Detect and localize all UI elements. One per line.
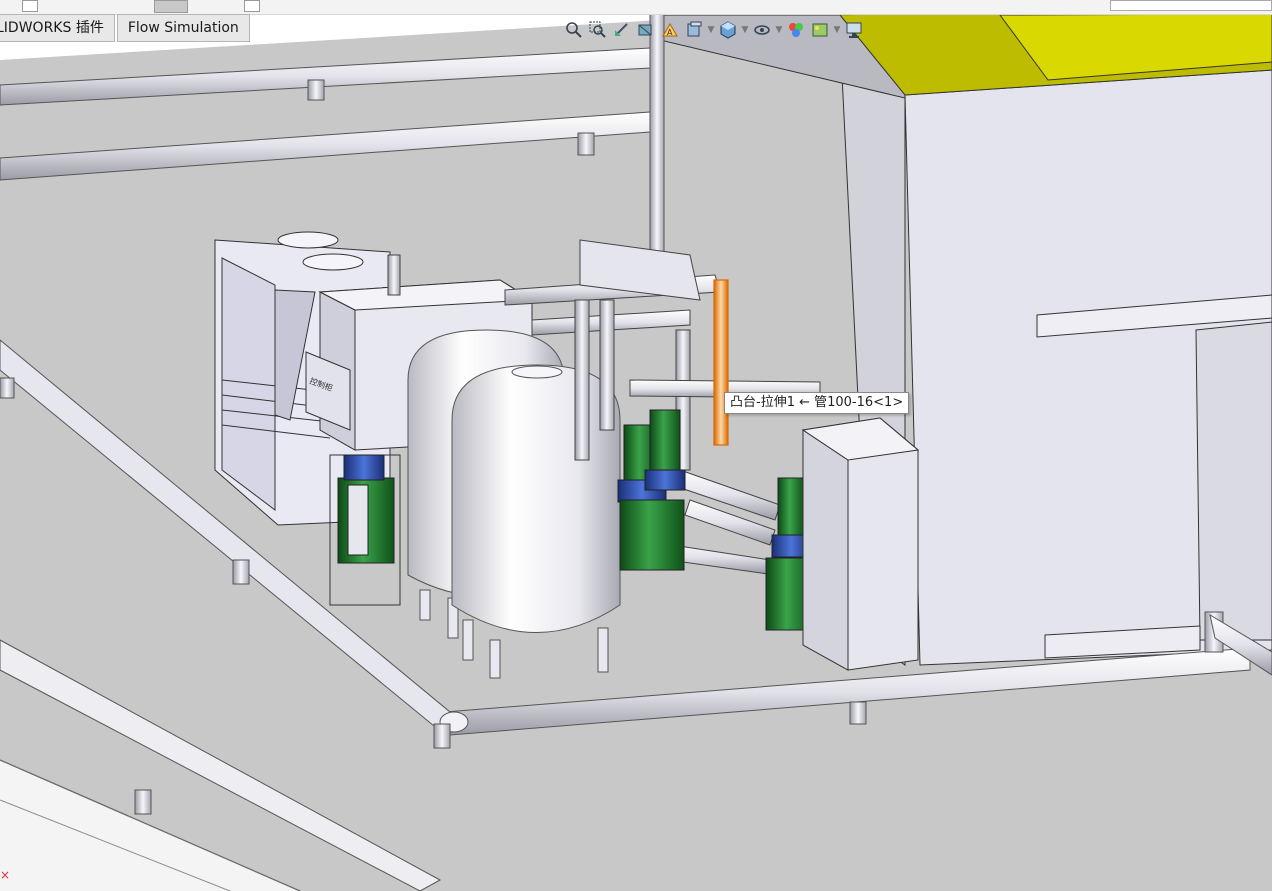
window-toolbar-strip	[0, 0, 1272, 15]
command-manager-tabs: LIDWORKS 插件 Flow Simulation	[0, 14, 250, 42]
heads-up-view-toolbar: A ▼ ▼ ▼ ▼	[562, 18, 866, 42]
view-settings-icon[interactable]	[842, 19, 866, 41]
selection-tooltip: 凸台-拉伸1 ← 管100-16<1>	[724, 392, 910, 414]
hide-show-items-icon[interactable]	[750, 19, 774, 41]
chevron-down-icon[interactable]: ▼	[740, 25, 750, 35]
electrical-enclosure[interactable]	[801, 417, 920, 671]
toolbar-mini-button[interactable]	[22, 0, 38, 12]
dynamic-annotation-icon[interactable]: A	[658, 19, 682, 41]
chevron-down-icon[interactable]: ▼	[774, 25, 784, 35]
tab-solidworks-addins[interactable]: LIDWORKS 插件	[0, 14, 115, 42]
svg-text:A: A	[667, 28, 673, 37]
section-view-icon[interactable]	[634, 19, 658, 41]
pump-center[interactable]	[617, 409, 686, 571]
toolbar-mini-button[interactable]	[244, 0, 260, 12]
edit-appearance-icon[interactable]	[784, 19, 808, 41]
vertical-riser-pipe[interactable]	[649, 13, 665, 267]
view-orientation-icon[interactable]	[682, 19, 706, 41]
selected-pipe-100-16[interactable]	[713, 279, 729, 446]
graphics-viewport[interactable]: 控制柜	[0, 0, 1272, 891]
error-x-icon: ×	[0, 868, 11, 882]
chevron-down-icon[interactable]: ▼	[832, 25, 842, 35]
zoom-to-fit-icon[interactable]	[562, 19, 586, 41]
toolbar-pressed-button[interactable]	[154, 0, 188, 13]
chevron-down-icon[interactable]: ▼	[706, 25, 716, 35]
tab-flow-simulation[interactable]: Flow Simulation	[116, 14, 250, 42]
search-field[interactable]	[1110, 0, 1272, 11]
zoom-to-area-icon[interactable]	[586, 19, 610, 41]
previous-view-icon[interactable]	[610, 19, 634, 41]
apply-scene-icon[interactable]	[808, 19, 832, 41]
display-style-icon[interactable]	[716, 19, 740, 41]
